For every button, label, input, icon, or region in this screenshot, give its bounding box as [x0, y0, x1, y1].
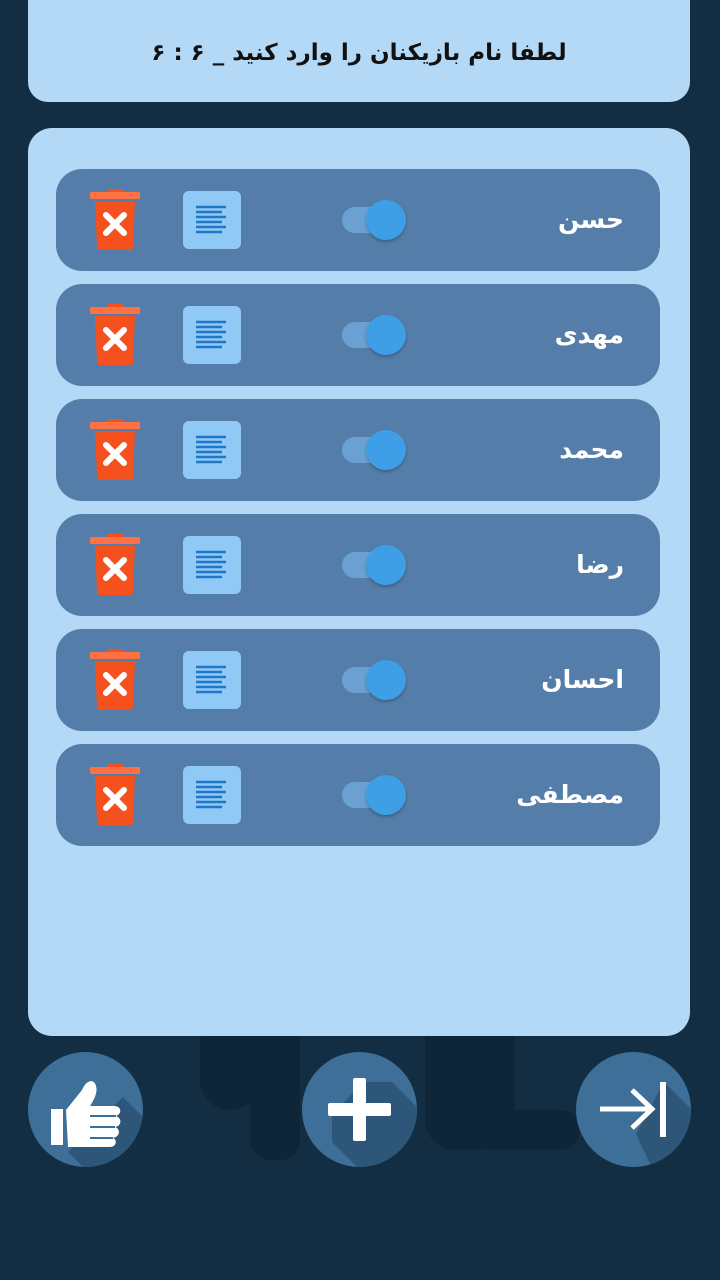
player-enabled-toggle[interactable]: [342, 430, 408, 470]
toggle-knob: [366, 660, 406, 700]
trash-can-x-icon: [90, 649, 140, 710]
document-lines-icon: [196, 205, 226, 234]
confirm-button[interactable]: [28, 1052, 143, 1167]
player-row: مهدی: [56, 284, 660, 386]
trash-can-x-icon: [90, 304, 140, 365]
player-row: رضا: [56, 514, 660, 616]
player-enabled-toggle[interactable]: [342, 315, 408, 355]
arrow-to-bar-icon: [600, 1082, 691, 1167]
document-lines-icon: [196, 665, 226, 694]
add-player-button[interactable]: [302, 1052, 417, 1167]
edit-player-button[interactable]: [183, 651, 241, 709]
player-name: محمد: [559, 435, 624, 464]
toggle-knob: [366, 315, 406, 355]
player-row: احسان: [56, 629, 660, 731]
player-enabled-toggle[interactable]: [342, 660, 408, 700]
background-silhouette: [470, 1110, 580, 1150]
toggle-knob: [366, 430, 406, 470]
document-lines-icon: [196, 780, 226, 809]
page-title: لطفا نام بازیکنان را وارد کنید _ ۶ : ۶: [151, 40, 567, 66]
trash-can-x-icon: [90, 189, 140, 250]
plus-icon: [328, 1078, 417, 1167]
delete-player-button[interactable]: [88, 534, 142, 598]
delete-player-button[interactable]: [88, 189, 142, 253]
player-name: حسن: [558, 205, 624, 234]
delete-player-button[interactable]: [88, 649, 142, 713]
edit-player-button[interactable]: [183, 536, 241, 594]
delete-player-button[interactable]: [88, 419, 142, 483]
toggle-knob: [366, 200, 406, 240]
trash-can-x-icon: [90, 534, 140, 595]
next-button[interactable]: [576, 1052, 691, 1167]
player-row: حسن: [56, 169, 660, 271]
document-lines-icon: [196, 435, 226, 464]
edit-player-button[interactable]: [183, 766, 241, 824]
trash-can-x-icon: [90, 419, 140, 480]
edit-player-button[interactable]: [183, 191, 241, 249]
player-enabled-toggle[interactable]: [342, 200, 408, 240]
toggle-knob: [366, 545, 406, 585]
delete-player-button[interactable]: [88, 304, 142, 368]
player-row: محمد: [56, 399, 660, 501]
player-row: مصطفی: [56, 744, 660, 846]
trash-can-x-icon: [90, 764, 140, 825]
player-name: مهدی: [554, 320, 624, 349]
thumbs-up-icon: [49, 1081, 143, 1167]
player-name: مصطفی: [516, 780, 624, 809]
edit-player-button[interactable]: [183, 421, 241, 479]
player-list: حسن مهدی محمد رضا احسان مصطفی: [28, 128, 690, 1036]
document-lines-icon: [196, 550, 226, 579]
header-card: لطفا نام بازیکنان را وارد کنید _ ۶ : ۶: [28, 0, 690, 102]
player-enabled-toggle[interactable]: [342, 545, 408, 585]
document-lines-icon: [196, 320, 226, 349]
edit-player-button[interactable]: [183, 306, 241, 364]
background-silhouette: [250, 1030, 300, 1160]
player-name: احسان: [541, 665, 624, 694]
player-name: رضا: [576, 550, 624, 579]
toggle-knob: [366, 775, 406, 815]
delete-player-button[interactable]: [88, 764, 142, 828]
player-enabled-toggle[interactable]: [342, 775, 408, 815]
